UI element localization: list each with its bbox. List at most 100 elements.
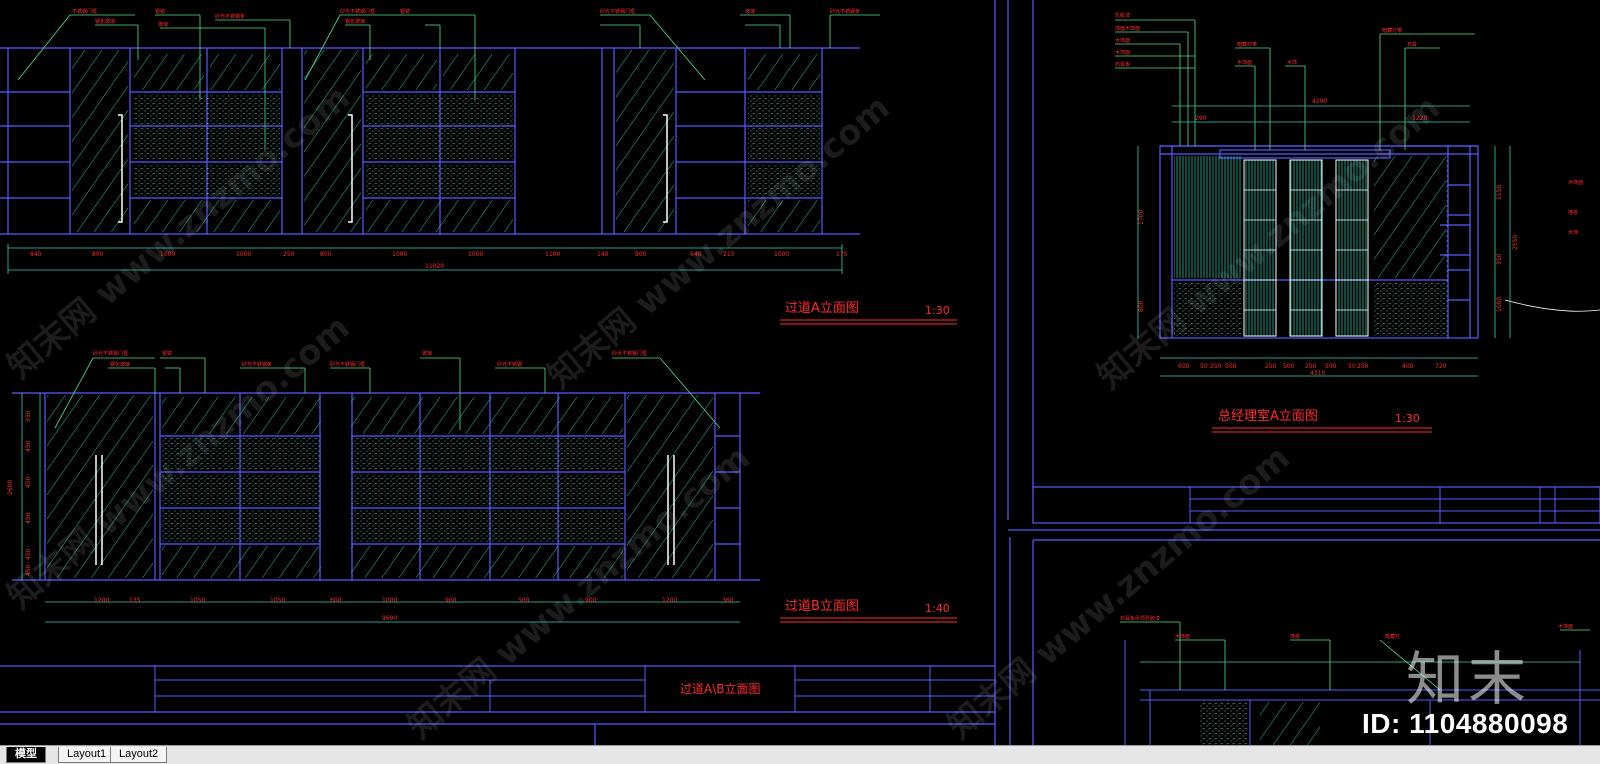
- dimension-label: 500: [1283, 363, 1295, 370]
- dimension-label: 1000: [236, 251, 251, 258]
- dimension-label: 1050: [270, 597, 285, 604]
- svg-text:知末网 www.znzmo.com: 知末网 www.znzmo.com: [940, 438, 1298, 745]
- corridor-a-total: 11020: [425, 263, 444, 270]
- svg-text:木饰面: 木饰面: [1568, 179, 1583, 186]
- tab-layout1[interactable]: Layout1: [58, 747, 116, 763]
- dimension-label: 800: [320, 251, 332, 258]
- dimension-label: 450: [25, 440, 32, 452]
- dimension-label: 800: [1138, 300, 1145, 312]
- tab-model[interactable]: 模型: [6, 747, 46, 763]
- svg-text:玻璃: 玻璃: [422, 350, 432, 357]
- svg-text:砂光不锈钢门框: 砂光不锈钢门框: [330, 361, 365, 368]
- dimension-label: 500: [1325, 363, 1337, 370]
- svg-text:砂光不锈钢门框: 砂光不锈钢门框: [340, 8, 375, 15]
- dimension-label: 1700: [1138, 210, 1145, 225]
- svg-text:砂光不锈钢条: 砂光不锈钢条: [215, 13, 245, 20]
- svg-text:墙纸: 墙纸: [1568, 209, 1578, 216]
- dimension-label: 500: [518, 597, 530, 604]
- dimension-label: 800: [92, 251, 104, 258]
- layout-tab-bar: 模型 Layout1 Layout2: [0, 745, 1600, 764]
- corridor-b-title-block: 过道B立面图 1:40: [780, 599, 957, 623]
- dimension-label: 500: [1225, 363, 1237, 370]
- svg-text:钢化玻璃: 钢化玻璃: [110, 361, 130, 368]
- dimension-label: 400: [1402, 363, 1414, 370]
- svg-text:木饰面: 木饰面: [1115, 37, 1130, 44]
- resource-id: ID: 1104880098: [1362, 708, 1569, 739]
- dimension-label: 1200: [94, 597, 109, 604]
- svg-text:砂光不锈钢门框: 砂光不锈钢门框: [600, 8, 635, 15]
- svg-text:木饰: 木饰: [1287, 59, 1297, 66]
- dimension-label: 140: [597, 251, 609, 258]
- svg-text:石膏: 石膏: [1407, 41, 1417, 48]
- manager-title: 总经理室A立面图: [1218, 408, 1318, 424]
- manager-right-total: 2550: [1512, 235, 1519, 250]
- dimension-label: 450: [25, 476, 32, 488]
- svg-text:石膏板: 石膏板: [1115, 61, 1130, 68]
- svg-text:木饰面: 木饰面: [1115, 49, 1130, 56]
- dimension-label: 840: [30, 251, 42, 258]
- manager-total: 4310: [1310, 370, 1325, 377]
- dimension-label: 350: [25, 410, 32, 422]
- svg-text:银镜: 银镜: [400, 8, 410, 15]
- corridor-b-height: 2600: [7, 480, 14, 495]
- tab-layout2[interactable]: Layout2: [110, 747, 168, 763]
- dimension-label: 250: [1210, 363, 1222, 370]
- svg-text:木饰面: 木饰面: [1175, 633, 1190, 640]
- svg-text:砂光不锈钢门框: 砂光不锈钢门框: [93, 350, 128, 357]
- dimension-label: 360: [722, 597, 734, 604]
- dimension-label: 350: [1496, 253, 1503, 265]
- svg-text:墙纸: 墙纸: [1290, 633, 1300, 640]
- svg-text:乳胶漆: 乳胶漆: [1115, 12, 1130, 19]
- sheet-title: 过道A\B立面图: [680, 681, 761, 696]
- dimension-label: 135: [129, 597, 141, 604]
- dimension-label: 250: [1357, 363, 1369, 370]
- svg-text:木饰: 木饰: [1568, 229, 1578, 236]
- dimension-label: 450: [25, 548, 32, 560]
- dimension-label: 50: [1348, 363, 1356, 370]
- corridor-a-title: 过道A立面图: [785, 301, 859, 316]
- dimension-label: 1100: [545, 251, 560, 258]
- corridor-b-title: 过道B立面图: [785, 599, 859, 614]
- dimension-label: 50: [1200, 363, 1208, 370]
- svg-text:知末网 www.znzmo.com: 知末网 www.znzmo.com: [540, 88, 898, 397]
- svg-text:玻璃: 玻璃: [158, 21, 168, 28]
- dimension-label: 600: [1178, 363, 1190, 370]
- dimension-label: 290: [1195, 115, 1207, 122]
- manager-scale: 1:30: [1395, 412, 1420, 425]
- dimension-label: 900: [445, 597, 457, 604]
- svg-text:钢化玻璃: 钢化玻璃: [345, 18, 365, 25]
- svg-text:暗藏灯带: 暗藏灯带: [1382, 27, 1402, 34]
- dimension-label: 250: [1265, 363, 1277, 370]
- svg-text:银镜: 银镜: [155, 8, 165, 15]
- dimension-label: 800: [635, 251, 647, 258]
- brand-logo: 知末: [1406, 645, 1531, 713]
- dimension-label: 720: [1435, 363, 1447, 370]
- dimension-label: 1050: [190, 597, 205, 604]
- svg-text:砂光不锈钢条: 砂光不锈钢条: [830, 8, 860, 15]
- svg-text:不锈钢门框: 不锈钢门框: [72, 8, 97, 15]
- corridor-a-scale: 1:30: [925, 304, 950, 317]
- dimension-label: 250: [1305, 363, 1317, 370]
- svg-text:砂光不锈钢: 砂光不锈钢: [497, 361, 522, 368]
- svg-text:银镜: 银镜: [162, 350, 172, 357]
- dimension-label: 1000: [392, 251, 407, 258]
- corridor-a-title-block: 过道A立面图 1:30: [780, 301, 957, 325]
- dimension-label: 250: [283, 251, 295, 258]
- svg-text:石膏板吊顶乳胶漆: 石膏板吊顶乳胶漆: [1120, 615, 1160, 622]
- manager-top-total: 4290: [1312, 98, 1327, 105]
- corridor-b-total: 9690: [382, 615, 397, 622]
- dimension-label: 1200: [662, 597, 677, 604]
- dimension-label: 1000: [468, 251, 483, 258]
- svg-text:暗藏灯: 暗藏灯: [1385, 633, 1400, 640]
- dimension-label: 1000: [774, 251, 789, 258]
- corridor-b-scale: 1:40: [925, 602, 950, 615]
- svg-text:暗藏灯带: 暗藏灯带: [1237, 41, 1257, 48]
- svg-text:墙面木饰面: 墙面木饰面: [1115, 25, 1140, 32]
- dimension-label: 1150: [1496, 185, 1503, 200]
- svg-text:玻璃: 玻璃: [745, 8, 755, 15]
- cad-model-space[interactable]: 不锈钢门框钢化玻璃 银镜玻璃 砂光不锈钢条砂光不锈钢门框 钢化玻璃银镜 砂光不锈…: [0, 0, 1600, 745]
- dimension-label: 600: [330, 597, 342, 604]
- manager-title-block: 总经理室A立面图 1:30: [1212, 408, 1432, 433]
- dimension-label: 1000: [1496, 297, 1503, 312]
- dimension-label: 175: [836, 251, 848, 258]
